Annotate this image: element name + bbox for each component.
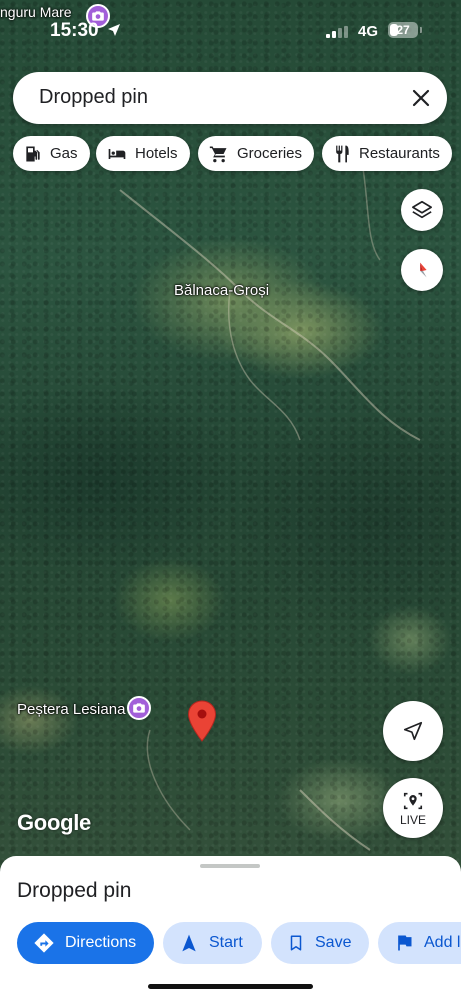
location-services-icon [108, 24, 120, 36]
home-indicator[interactable] [148, 984, 313, 989]
network-type: 4G [358, 23, 379, 40]
save-label: Save [315, 934, 352, 951]
sheet-drag-handle[interactable] [200, 864, 260, 868]
village-label[interactable]: Bălnaca-Groși [174, 282, 269, 299]
live-view-button[interactable]: LIVE [383, 778, 443, 838]
sheet-title: Dropped pin [17, 879, 132, 902]
chip-groceries[interactable]: Groceries [198, 136, 315, 171]
live-label: LIVE [399, 812, 426, 827]
place-bottom-sheet[interactable]: Dropped pin Directions Start Save Add l [0, 856, 461, 999]
status-time: 15:30 [50, 20, 99, 41]
battery-icon: 27 [388, 22, 418, 38]
layers-icon [412, 200, 432, 219]
compass-button[interactable] [401, 249, 443, 291]
navigation-arrow-icon [182, 934, 196, 952]
chip-gas[interactable]: Gas [13, 136, 90, 171]
status-bar: 15:30 4G 27 [0, 0, 461, 62]
directions-label: Directions [65, 934, 137, 951]
start-label: Start [209, 934, 243, 951]
close-icon[interactable] [409, 86, 433, 110]
dropped-pin-marker[interactable] [187, 700, 217, 742]
chip-hotels[interactable]: Hotels [96, 136, 190, 171]
poi-label[interactable]: Peștera Lesiana [17, 701, 125, 718]
search-bar[interactable]: Dropped pin [13, 72, 447, 124]
flag-icon [398, 935, 412, 951]
cellular-signal-icon [326, 26, 350, 38]
shopping-cart-icon [209, 146, 227, 162]
gas-station-icon [26, 146, 40, 161]
live-view-icon [403, 792, 423, 809]
directions-icon [34, 933, 54, 953]
chip-label: Gas [50, 145, 78, 162]
battery-level: 27 [396, 23, 410, 37]
google-logo: Google [17, 810, 91, 835]
chip-label: Hotels [135, 145, 178, 162]
chip-label: Restaurants [359, 145, 440, 162]
my-location-button[interactable] [383, 701, 443, 761]
camera-icon [133, 703, 145, 713]
fork-knife-icon [336, 145, 349, 162]
photo-poi-marker[interactable] [127, 696, 151, 720]
battery-tip [420, 27, 422, 33]
chip-restaurants[interactable]: Restaurants [322, 136, 452, 171]
navigation-arrow-icon [403, 721, 423, 741]
layers-button[interactable] [401, 189, 443, 231]
start-button[interactable]: Start [163, 922, 262, 964]
chip-label: Groceries [237, 145, 303, 162]
add-label-text: Add l [424, 934, 461, 951]
compass-icon [420, 262, 427, 278]
hotel-bed-icon [108, 148, 126, 159]
save-button[interactable]: Save [271, 922, 369, 964]
search-input[interactable]: Dropped pin [39, 86, 148, 109]
directions-button[interactable]: Directions [17, 922, 154, 964]
add-label-button[interactable]: Add l [378, 922, 461, 964]
bookmark-icon [290, 935, 302, 951]
